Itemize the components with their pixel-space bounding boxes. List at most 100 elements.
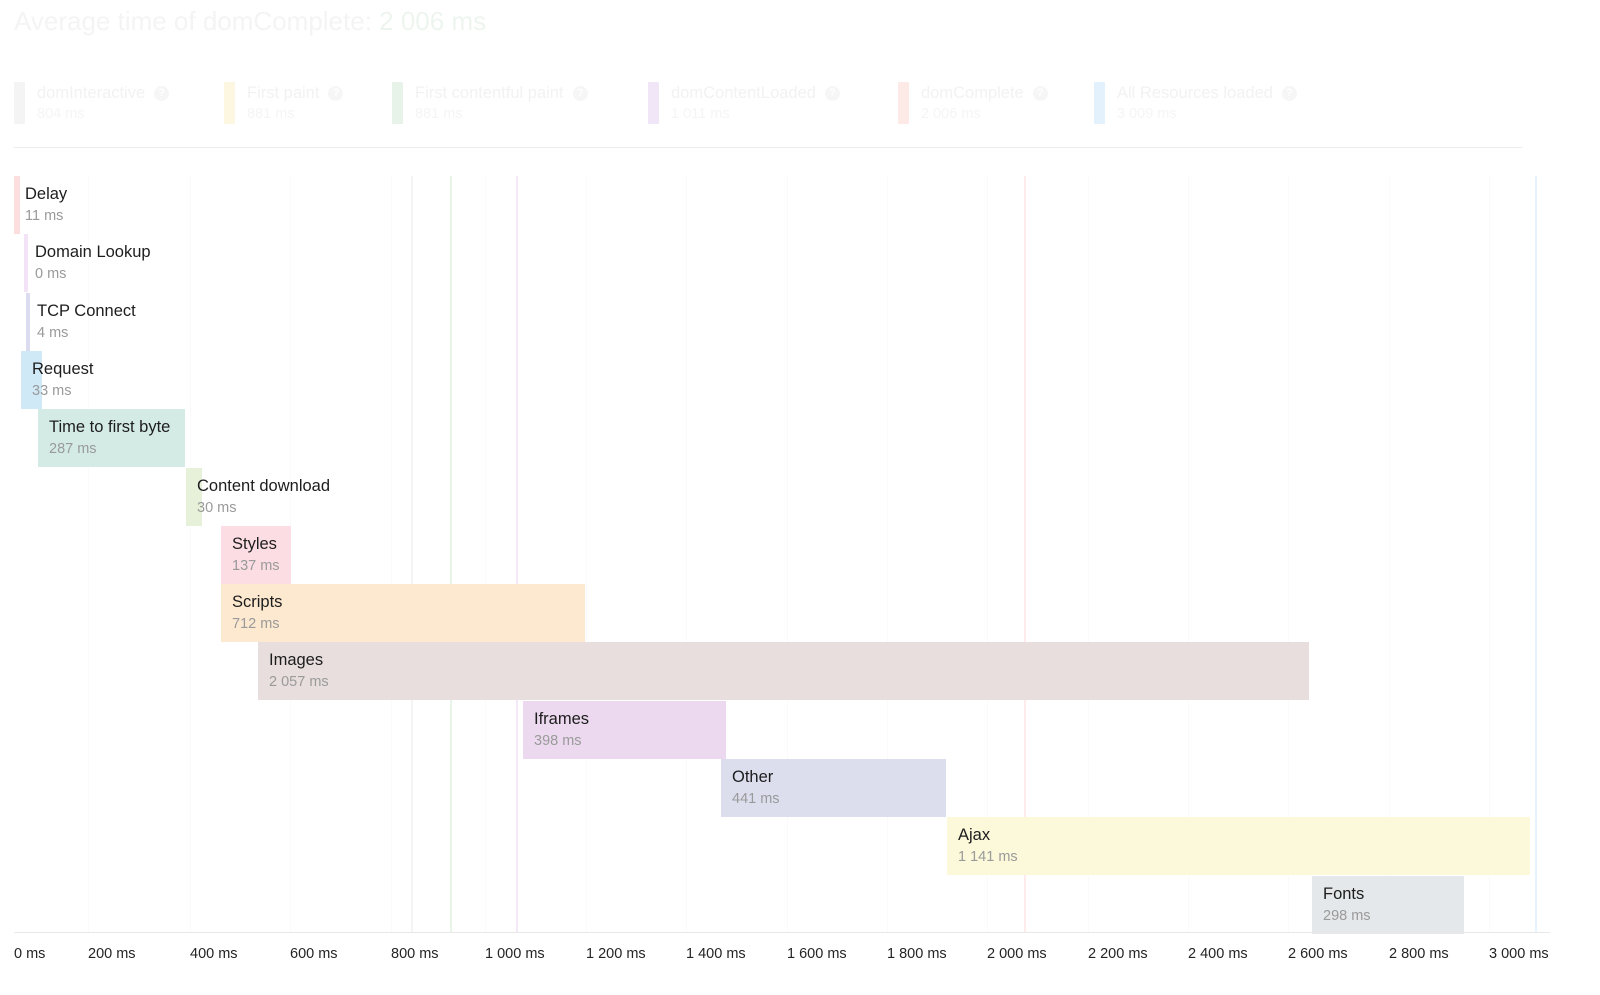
legend-label: domComplete: [921, 84, 1024, 103]
waterfall-row[interactable]: Iframes398 ms: [14, 701, 1550, 759]
legend-item-domcontentloaded[interactable]: domContentLoaded? 1 011 ms: [648, 82, 840, 128]
x-axis-tick-label: 800 ms: [391, 944, 439, 964]
waterfall-row[interactable]: Other441 ms: [14, 759, 1550, 817]
bar-content-download[interactable]: [186, 468, 202, 526]
legend-item-dominteractive[interactable]: domInteractive? 804 ms: [14, 82, 169, 128]
x-axis-tick-label: 2 600 ms: [1288, 944, 1348, 964]
legend-item-all-resources-loaded[interactable]: All Resources loaded? 3 009 ms: [1094, 82, 1297, 128]
help-icon[interactable]: ?: [328, 86, 343, 101]
legend-label: All Resources loaded: [1117, 84, 1273, 103]
bar-name: Content download: [197, 474, 330, 498]
waterfall-row[interactable]: TCP Connect4 ms: [14, 293, 1550, 351]
waterfall-row[interactable]: Delay11 ms: [14, 176, 1550, 234]
legend-label: First paint: [247, 84, 319, 103]
legend-swatch-icon: [1094, 82, 1105, 124]
legend-text-block: First paint? 881 ms: [247, 82, 343, 124]
x-axis-tick-label: 400 ms: [190, 944, 238, 964]
bar-request[interactable]: [21, 351, 42, 409]
x-axis-tick-label: 1 800 ms: [887, 944, 947, 964]
legend-item-first-paint[interactable]: First paint? 881 ms: [224, 82, 343, 128]
x-axis-tick-label: 2 200 ms: [1088, 944, 1148, 964]
x-axis-tick-label: 1 400 ms: [686, 944, 746, 964]
legend-text-block: domInteractive? 804 ms: [37, 82, 169, 124]
x-axis-baseline: [14, 932, 1550, 933]
legend-text-block: domComplete? 2 006 ms: [921, 82, 1048, 124]
bar-value: 11 ms: [25, 206, 67, 226]
bar-name: Delay: [25, 182, 67, 206]
x-axis: 0 ms200 ms400 ms600 ms800 ms1 000 ms1 20…: [0, 944, 1600, 972]
x-axis-tick-label: 1 200 ms: [586, 944, 646, 964]
x-axis-tick-label: 1 000 ms: [485, 944, 545, 964]
bar-name: TCP Connect: [37, 299, 136, 323]
bar-label-group: Content download30 ms: [186, 468, 330, 526]
bar-ajax[interactable]: [947, 817, 1530, 875]
bar-other[interactable]: [721, 759, 946, 817]
bar-label-group: Delay11 ms: [14, 176, 67, 234]
help-icon[interactable]: ?: [573, 86, 588, 101]
legend-value: 3 009 ms: [1117, 106, 1177, 122]
legend: domInteractive?804 msFirst paint?881 msF…: [0, 82, 1600, 130]
waterfall-page: Average time of domComplete: 2 006 ms do…: [0, 0, 1600, 995]
legend-value: 881 ms: [415, 106, 463, 122]
help-icon[interactable]: ?: [1282, 86, 1297, 101]
help-icon[interactable]: ?: [825, 86, 840, 101]
bar-fonts[interactable]: [1312, 876, 1464, 934]
bar-name: Domain Lookup: [35, 240, 151, 264]
waterfall-row[interactable]: Styles137 ms: [14, 526, 1550, 584]
legend-value: 2 006 ms: [921, 106, 981, 122]
waterfall-row[interactable]: Ajax1 141 ms: [14, 817, 1550, 875]
legend-item-domcomplete[interactable]: domComplete? 2 006 ms: [898, 82, 1048, 128]
legend-text-block: domContentLoaded? 1 011 ms: [671, 82, 840, 124]
waterfall-row[interactable]: Request33 ms: [14, 351, 1550, 409]
chart-plot-area: Delay11 msDomain Lookup0 msTCP Connect4 …: [14, 176, 1550, 932]
bar-tcp-connect[interactable]: [26, 293, 30, 351]
legend-label-row: First paint?: [247, 83, 343, 104]
legend-label-row: domInteractive?: [37, 83, 169, 104]
bar-delay[interactable]: [14, 176, 20, 234]
bar-scripts[interactable]: [221, 584, 585, 642]
legend-text-block: All Resources loaded? 3 009 ms: [1117, 82, 1297, 124]
x-axis-tick-label: 2 000 ms: [987, 944, 1047, 964]
help-icon[interactable]: ?: [1033, 86, 1048, 101]
legend-value: 1 011 ms: [671, 106, 730, 122]
x-axis-tick-label: 2 800 ms: [1389, 944, 1449, 964]
bar-iframes[interactable]: [523, 701, 726, 759]
legend-value: 804 ms: [37, 106, 85, 122]
waterfall-row[interactable]: Time to first byte287 ms: [14, 409, 1550, 467]
legend-label-row: All Resources loaded?: [1117, 83, 1297, 104]
x-axis-tick-label: 3 000 ms: [1489, 944, 1549, 964]
x-axis-tick-label: 1 600 ms: [787, 944, 847, 964]
bar-value: 30 ms: [197, 498, 330, 518]
legend-label: domInteractive: [37, 84, 145, 103]
waterfall-row[interactable]: Fonts298 ms: [14, 876, 1550, 934]
bar-images[interactable]: [258, 642, 1309, 700]
bar-value: 4 ms: [37, 323, 136, 343]
header-divider: [14, 147, 1522, 148]
x-axis-tick-label: 2 400 ms: [1188, 944, 1248, 964]
waterfall-chart: Delay11 msDomain Lookup0 msTCP Connect4 …: [0, 176, 1600, 936]
waterfall-row[interactable]: Content download30 ms: [14, 468, 1550, 526]
legend-text-block: First contentful paint? 881 ms: [415, 82, 588, 124]
x-axis-tick-label: 200 ms: [88, 944, 136, 964]
bar-time-to-first-byte[interactable]: [38, 409, 185, 467]
waterfall-row[interactable]: Scripts712 ms: [14, 584, 1550, 642]
bar-label-group: TCP Connect4 ms: [26, 293, 136, 351]
legend-swatch-icon: [898, 82, 909, 124]
waterfall-row[interactable]: Domain Lookup0 ms: [14, 234, 1550, 292]
waterfall-row[interactable]: Images2 057 ms: [14, 642, 1550, 700]
legend-label-row: First contentful paint?: [415, 83, 588, 104]
legend-swatch-icon: [392, 82, 403, 124]
bar-label-group: Domain Lookup0 ms: [24, 234, 151, 292]
page-title-value: 2 006 ms: [379, 6, 486, 36]
x-axis-tick-label: 600 ms: [290, 944, 338, 964]
legend-label-row: domContentLoaded?: [671, 83, 840, 104]
bar-value: 0 ms: [35, 264, 151, 284]
page-title-prefix: Average time of domComplete:: [14, 6, 372, 36]
bar-styles[interactable]: [221, 526, 291, 584]
legend-value: 881 ms: [247, 106, 295, 122]
bar-domain-lookup[interactable]: [24, 234, 28, 292]
legend-item-first-contentful-paint[interactable]: First contentful paint? 881 ms: [392, 82, 588, 128]
legend-swatch-icon: [224, 82, 235, 124]
legend-swatch-icon: [14, 82, 25, 124]
help-icon[interactable]: ?: [154, 86, 169, 101]
